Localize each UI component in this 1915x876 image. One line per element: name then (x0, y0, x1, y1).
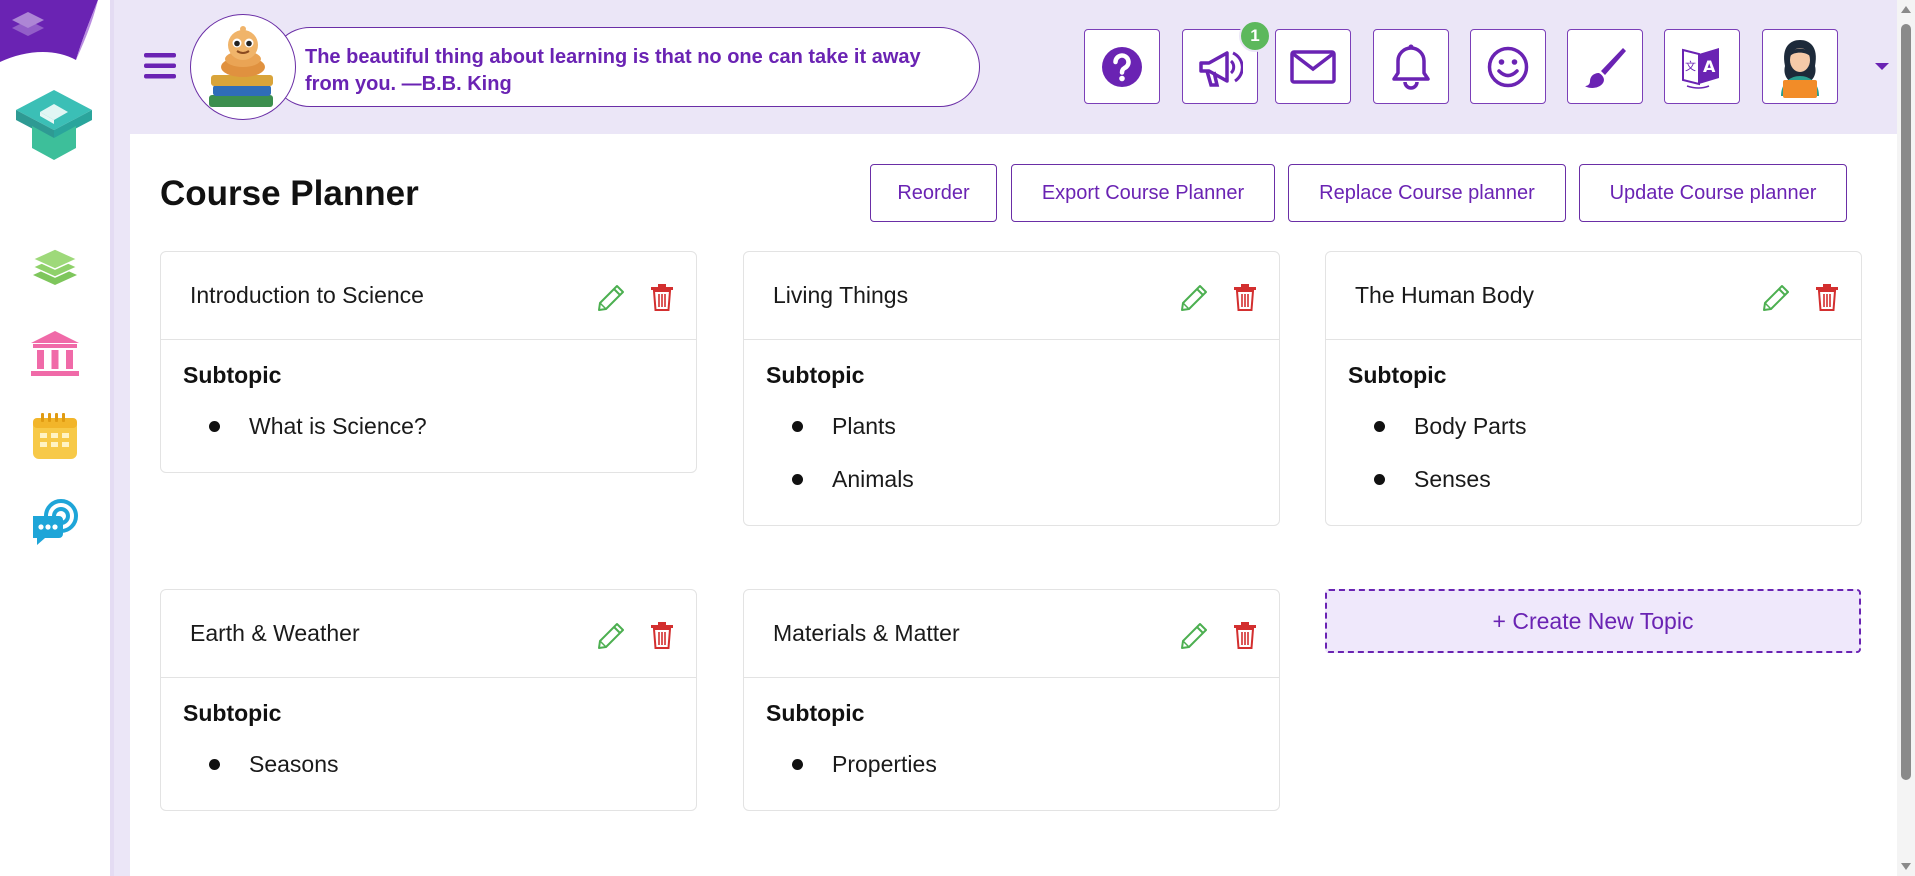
quote-text: The beautiful thing about learning is th… (270, 27, 980, 107)
smiley-icon (1487, 46, 1529, 87)
scroll-up-arrow-icon[interactable] (1901, 6, 1911, 13)
subtopic-item: Properties (766, 749, 1257, 779)
notifications-button[interactable] (1373, 29, 1449, 104)
create-new-topic-button[interactable]: + Create New Topic (1325, 589, 1861, 653)
subtopic-list: Plants Animals (766, 411, 1257, 494)
announcements-button[interactable]: 1 (1182, 20, 1271, 104)
topic-card-body: Subtopic What is Science? (161, 340, 696, 472)
topic-title: The Human Body (1355, 282, 1534, 308)
svg-text:A: A (1703, 57, 1716, 76)
chat-support-icon (33, 499, 78, 545)
delete-trash-icon[interactable] (650, 621, 674, 649)
app-logo-icon[interactable] (10, 82, 98, 166)
subtopic-item: Seasons (183, 749, 674, 779)
topic-card-4: Earth & Weather Subtopic Seasons (160, 589, 697, 811)
svg-text:文: 文 (1685, 59, 1696, 73)
profile-dropdown-caret-icon[interactable] (1874, 62, 1890, 72)
subtopic-label: Subtopic (766, 362, 865, 388)
topic-card-5: Materials & Matter Subtopic Properties (743, 589, 1280, 811)
hamburger-menu-icon[interactable] (144, 50, 176, 82)
subtopic-label: Subtopic (766, 700, 865, 726)
sidebar-chat-support-button[interactable] (28, 494, 82, 548)
subtopic-item: Senses (1348, 464, 1839, 494)
bell-icon (1392, 44, 1430, 90)
page-title: Course Planner (160, 174, 419, 213)
top-header: The beautiful thing about learning is th… (114, 0, 1897, 134)
update-course-planner-button[interactable]: Update Course planner (1579, 164, 1847, 222)
topic-title: Introduction to Science (190, 282, 424, 308)
edit-pencil-icon[interactable] (596, 283, 626, 313)
mail-button[interactable] (1275, 29, 1351, 104)
subtopic-list: Properties (766, 749, 1257, 779)
export-course-planner-button[interactable]: Export Course Planner (1011, 164, 1275, 222)
help-button[interactable] (1084, 29, 1160, 104)
mail-icon (1290, 49, 1336, 84)
topic-card-header: Earth & Weather (161, 590, 696, 678)
subtopic-list: Seasons (183, 749, 674, 779)
sidebar-calendar-button[interactable] (28, 410, 82, 464)
subtopic-label: Subtopic (1348, 362, 1447, 388)
subtopic-item: What is Science? (183, 411, 674, 441)
scrollbar-thumb[interactable] (1901, 24, 1911, 780)
scroll-down-arrow-icon[interactable] (1901, 863, 1911, 870)
subtopic-label: Subtopic (183, 700, 282, 726)
topic-card-header: Introduction to Science (161, 252, 696, 340)
topic-title: Materials & Matter (773, 620, 960, 646)
help-icon (1102, 46, 1142, 87)
topic-card-header: Materials & Matter (744, 590, 1279, 678)
subtopic-label: Subtopic (183, 362, 282, 388)
subtopic-item: Body Parts (1348, 411, 1839, 441)
notification-badge: 1 (1239, 20, 1271, 52)
edit-pencil-icon[interactable] (596, 621, 626, 651)
topic-title: Living Things (773, 282, 909, 308)
topic-card-body: Subtopic Plants Animals (744, 340, 1279, 525)
theme-button[interactable] (1567, 29, 1643, 104)
language-button[interactable]: 文 A (1664, 29, 1740, 104)
sidebar-books-button[interactable] (28, 240, 82, 294)
delete-trash-icon[interactable] (650, 283, 674, 311)
subtopic-list: Body Parts Senses (1348, 411, 1839, 494)
corner-fold-decoration (0, 0, 98, 62)
delete-trash-icon[interactable] (1233, 621, 1257, 649)
topic-card-body: Subtopic Properties (744, 678, 1279, 810)
topic-card-1: Introduction to Science Subtopic What is… (160, 251, 697, 473)
topic-card-3: The Human Body Subtopic Body Parts Senses (1325, 251, 1862, 526)
edit-pencil-icon[interactable] (1761, 283, 1791, 313)
calendar-icon (33, 413, 77, 459)
topic-card-body: Subtopic Seasons (161, 678, 696, 810)
delete-trash-icon[interactable] (1815, 283, 1839, 311)
reorder-button[interactable]: Reorder (870, 164, 997, 222)
subtopic-item: Animals (766, 464, 1257, 494)
topic-card-header: Living Things (744, 252, 1279, 340)
course-planner-panel: Course Planner Reorder Export Course Pla… (130, 134, 1897, 876)
quote-banner: The beautiful thing about learning is th… (190, 14, 980, 120)
sidebar (0, 0, 114, 876)
sidebar-institution-button[interactable] (28, 326, 82, 380)
bookworm-mascot-icon (190, 14, 296, 120)
paintbrush-icon (1585, 47, 1626, 88)
subtopic-item: Plants (766, 411, 1257, 441)
page-scrollbar[interactable] (1897, 0, 1915, 876)
institution-icon (31, 331, 79, 376)
subtopic-list: What is Science? (183, 411, 674, 441)
replace-course-planner-button[interactable]: Replace Course planner (1288, 164, 1566, 222)
topic-title: Earth & Weather (190, 620, 360, 646)
topic-card-body: Subtopic Body Parts Senses (1326, 340, 1861, 525)
feedback-button[interactable] (1470, 29, 1546, 104)
books-icon (31, 248, 79, 285)
edit-pencil-icon[interactable] (1179, 283, 1209, 313)
edit-pencil-icon[interactable] (1179, 621, 1209, 651)
topic-card-2: Living Things Subtopic Plants Animals (743, 251, 1280, 526)
delete-trash-icon[interactable] (1233, 283, 1257, 311)
translate-icon: 文 A (1682, 47, 1719, 89)
topic-card-header: The Human Body (1326, 252, 1861, 340)
announcement-icon (1199, 50, 1243, 87)
user-profile-button[interactable] (1762, 29, 1838, 104)
avatar (1781, 39, 1819, 98)
